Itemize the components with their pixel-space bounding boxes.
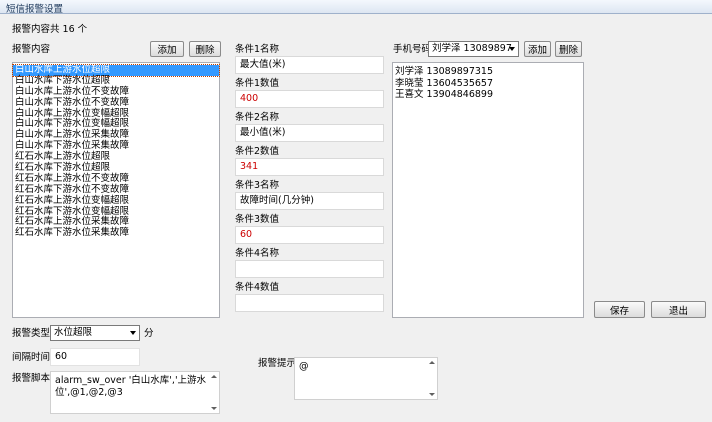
alarm-type-unit: 分 xyxy=(144,328,154,339)
condition-3-value-label: 条件3数值 xyxy=(235,214,280,225)
condition-2-value-label: 条件2数值 xyxy=(235,146,280,157)
condition-4-value-label: 条件4数值 xyxy=(235,282,280,293)
chevron-down-icon xyxy=(130,331,136,335)
phone-list[interactable]: 刘学泽 13089897315 李晓莹 13604535657 王喜文 139048… xyxy=(392,62,584,318)
scroll-down-icon xyxy=(211,407,217,410)
alarm-script-textarea[interactable]: alarm_sw_over '白山水库','上游水位',@1,@2,@3 xyxy=(50,371,220,414)
alarm-hint-label: 报警提示 xyxy=(258,358,297,369)
save-button[interactable]: 保存 xyxy=(594,301,645,318)
alarm-count-unit: 个 xyxy=(77,24,88,35)
exit-button[interactable]: 退出 xyxy=(651,301,706,318)
phone-number-select[interactable]: 刘学泽 13089897 xyxy=(428,41,519,57)
phone-number-selected: 刘学泽 13089897 xyxy=(432,43,512,54)
scroll-down-icon xyxy=(429,393,435,396)
add-phone-button[interactable]: 添加 xyxy=(524,41,551,57)
chevron-down-icon xyxy=(509,47,515,51)
condition-4-name-label: 条件4名称 xyxy=(235,248,280,259)
condition-4-name-input[interactable] xyxy=(235,260,384,278)
scroll-up-icon xyxy=(429,361,435,364)
condition-2-name-input[interactable]: 最小值(米) xyxy=(235,124,384,142)
scrollbar[interactable] xyxy=(209,372,219,413)
alarm-count-label: 报警内容共 xyxy=(12,24,60,35)
condition-1-name-label: 条件1名称 xyxy=(235,44,280,55)
scroll-up-icon xyxy=(211,375,217,378)
alarm-content-item[interactable]: 白山水库下游水位不变故障 xyxy=(13,97,219,109)
alarm-hint-text: @ xyxy=(299,361,309,372)
phone-list-item[interactable]: 李晓莹 13604535657 xyxy=(393,78,583,90)
alarm-type-selected: 水位超限 xyxy=(54,327,93,338)
interval-input[interactable]: 60 xyxy=(50,348,140,366)
alarm-type-label: 报警类型 xyxy=(12,328,51,339)
window-title: 短信报警设置 xyxy=(6,4,64,15)
add-alarm-content-button[interactable]: 添加 xyxy=(150,41,184,57)
interval-label: 间隔时间 xyxy=(12,352,51,363)
phone-list-item[interactable]: 王喜文 13904846899 xyxy=(393,89,583,101)
alarm-hint-textarea[interactable]: @ xyxy=(294,357,438,400)
scrollbar[interactable] xyxy=(427,358,437,399)
condition-2-name-label: 条件2名称 xyxy=(235,112,280,123)
phone-list-item[interactable]: 刘学泽 13089897315 xyxy=(393,66,583,78)
alarm-content-item[interactable]: 红石水库上游水位变幅超限 xyxy=(13,195,219,207)
condition-1-value-input[interactable]: 400 xyxy=(235,90,384,108)
window-title-bar: 短信报警设置 xyxy=(0,0,712,15)
alarm-type-select[interactable]: 水位超限 xyxy=(50,325,140,341)
condition-3-value-input[interactable]: 60 xyxy=(235,226,384,244)
alarm-content-item[interactable]: 红石水库下游水位采集故障 xyxy=(13,227,219,239)
condition-3-name-label: 条件3名称 xyxy=(235,180,280,191)
phone-number-label: 手机号码 xyxy=(393,44,432,55)
alarm-count-summary: 报警内容共 16 个 xyxy=(12,24,87,36)
alarm-content-label: 报警内容 xyxy=(12,44,51,55)
alarm-count-value: 16 xyxy=(62,24,75,35)
delete-alarm-content-button[interactable]: 删除 xyxy=(189,41,221,57)
condition-4-value-input[interactable] xyxy=(235,294,384,312)
alarm-script-label: 报警脚本 xyxy=(12,373,51,384)
condition-1-value-label: 条件1数值 xyxy=(235,78,280,89)
condition-3-name-input[interactable]: 故障时间(几分钟) xyxy=(235,192,384,210)
delete-phone-button[interactable]: 删除 xyxy=(555,41,582,57)
condition-1-name-input[interactable]: 最大值(米) xyxy=(235,56,384,74)
condition-2-value-input[interactable]: 341 xyxy=(235,158,384,176)
alarm-script-text: alarm_sw_over '白山水库','上游水位',@1,@2,@3 xyxy=(55,375,207,398)
alarm-content-list[interactable]: 白山水库上游水位超限 白山水库下游水位超限 白山水库上游水位不变故障 白山水库下游水位… xyxy=(12,62,220,318)
